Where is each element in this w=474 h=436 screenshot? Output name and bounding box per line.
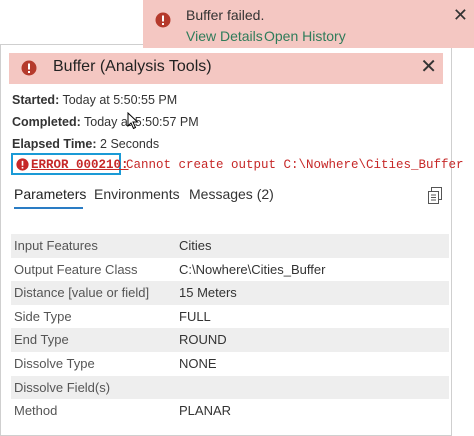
started-value: Today at 5:50:55 PM bbox=[62, 93, 178, 107]
notification-toast: Buffer failed. View Details Open History… bbox=[143, 0, 474, 48]
param-value: 15 Meters bbox=[179, 285, 237, 301]
open-history-link[interactable]: Open History bbox=[264, 28, 346, 44]
tab-environments[interactable]: Environments bbox=[94, 186, 180, 202]
parameters-table: Input Features Cities Output Feature Clas… bbox=[11, 234, 449, 423]
param-name: Side Type bbox=[14, 308, 72, 324]
completed-value: Today at 5:50:57 PM bbox=[84, 115, 199, 129]
dialog-header: Buffer (Analysis Tools) ✕ bbox=[9, 53, 443, 84]
param-value: Cities bbox=[179, 238, 212, 253]
param-value: NONE bbox=[179, 355, 217, 371]
table-row: Method PLANAR bbox=[11, 399, 449, 423]
tool-details-panel: Buffer (Analysis Tools) ✕ Started: Today… bbox=[0, 44, 464, 436]
copy-icon[interactable] bbox=[427, 187, 443, 210]
param-value: ROUND bbox=[179, 332, 227, 348]
toast-close-icon[interactable]: ✕ bbox=[453, 6, 468, 24]
table-row: Output Feature Class C:\Nowhere\Cities_Bu… bbox=[11, 258, 449, 282]
error-icon bbox=[21, 60, 37, 81]
toast-title: Buffer failed. bbox=[186, 7, 265, 23]
param-value: FULL bbox=[179, 308, 211, 324]
param-name: Output Feature Class bbox=[14, 261, 138, 277]
param-value: C:\Nowhere\Cities_Buffer bbox=[179, 261, 326, 277]
active-tab-indicator bbox=[14, 207, 83, 209]
param-name: Distance [value or field] bbox=[14, 285, 150, 301]
started-row: Started: Today at 5:50:55 PM bbox=[12, 93, 177, 107]
completed-row: Completed: Today at 5:50:57 PM bbox=[12, 115, 199, 129]
elapsed-row: Elapsed Time: 2 Seconds bbox=[12, 137, 159, 151]
view-details-link[interactable]: View Details bbox=[186, 28, 263, 44]
param-name: Dissolve Field(s) bbox=[14, 379, 111, 395]
table-row: Side Type FULL bbox=[11, 305, 449, 329]
started-label: Started: bbox=[12, 93, 60, 107]
table-row: Distance [value or field] 15 Meters bbox=[11, 281, 449, 305]
mouse-cursor-icon bbox=[127, 111, 139, 135]
error-icon bbox=[16, 158, 29, 176]
error-icon bbox=[155, 12, 171, 33]
table-row: Input Features Cities bbox=[11, 234, 449, 258]
error-code-link[interactable]: ERROR 000210: bbox=[31, 158, 129, 172]
param-name: Input Features bbox=[14, 238, 98, 253]
elapsed-value: 2 Seconds bbox=[100, 137, 160, 151]
error-code-highlight[interactable]: ERROR 000210: bbox=[11, 153, 129, 176]
tab-messages[interactable]: Messages (2) bbox=[189, 186, 274, 202]
tab-parameters[interactable]: Parameters bbox=[14, 186, 86, 202]
param-name: Method bbox=[14, 403, 58, 419]
completed-label: Completed: bbox=[12, 115, 81, 129]
dialog-title: Buffer (Analysis Tools) bbox=[53, 58, 212, 75]
table-row: End Type ROUND bbox=[11, 328, 449, 352]
table-row: Dissolve Field(s) bbox=[11, 375, 449, 400]
param-value: PLANAR bbox=[179, 403, 232, 419]
dialog-close-icon[interactable]: ✕ bbox=[420, 57, 437, 77]
param-name: Dissolve Type bbox=[14, 355, 95, 371]
elapsed-label: Elapsed Time: bbox=[12, 137, 97, 151]
error-message: Cannot create output C:\Nowhere\Cities_B… bbox=[126, 158, 464, 172]
table-row: Dissolve Type NONE bbox=[11, 352, 449, 376]
param-name: End Type bbox=[14, 332, 69, 348]
